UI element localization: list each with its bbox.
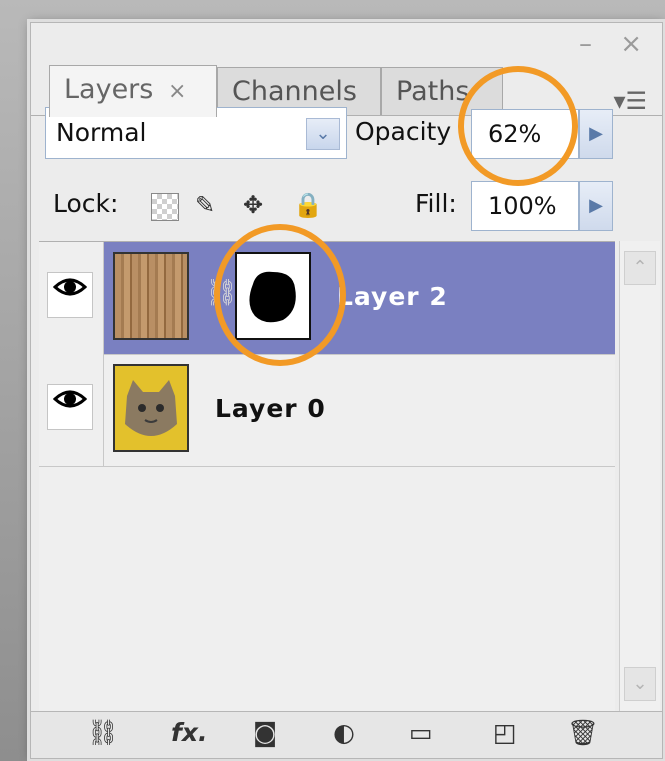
layers-list: ⛓ Layer 2 Layer 0 xyxy=(39,241,615,712)
fill-input[interactable]: 100% xyxy=(471,181,579,231)
menu-icon[interactable]: ▾☰ xyxy=(613,87,647,115)
mask-shape-icon xyxy=(249,271,296,323)
tab-channels-label: Channels xyxy=(232,76,357,107)
layers-scrollbar[interactable]: ⌃ ⌄ xyxy=(619,241,660,711)
opacity-label: Opacity xyxy=(355,117,452,146)
close-icon[interactable]: × xyxy=(168,79,186,104)
lock-all-icon[interactable]: 🔒 xyxy=(293,191,323,219)
add-mask-icon[interactable]: ◙ xyxy=(253,718,277,747)
layer-name[interactable]: Layer 0 xyxy=(215,394,326,423)
eye-icon xyxy=(52,390,88,408)
fill-value: 100% xyxy=(488,192,557,220)
blend-mode-value: Normal xyxy=(56,118,147,147)
link-icon[interactable]: ⛓ xyxy=(205,278,238,308)
fx-icon[interactable]: fx. xyxy=(171,718,208,747)
visibility-cell xyxy=(39,242,104,354)
new-layer-icon[interactable]: ◰ xyxy=(493,718,517,747)
opacity-arrow-icon[interactable]: ▶ xyxy=(579,109,613,159)
cat-image-icon xyxy=(125,380,177,436)
layers-bottom-toolbar: ⛓ fx. ◙ ◐ ▭ ◰ 🗑 xyxy=(31,711,662,758)
layer-row[interactable]: ⛓ Layer 2 xyxy=(39,242,615,355)
trash-icon[interactable]: 🗑 xyxy=(567,718,599,748)
tab-layers-label: Layers xyxy=(64,74,154,105)
fill-arrow-icon[interactable]: ▶ xyxy=(579,181,613,231)
chevron-down-icon[interactable]: ⌄ xyxy=(306,118,340,150)
visibility-toggle[interactable] xyxy=(47,384,93,430)
layer-name[interactable]: Layer 2 xyxy=(337,282,448,311)
layer-row[interactable]: Layer 0 xyxy=(39,354,615,467)
layer-thumbnail[interactable] xyxy=(113,364,189,452)
visibility-cell xyxy=(39,354,104,466)
opacity-value: 62% xyxy=(488,120,542,148)
fill-label: Fill: xyxy=(415,189,457,218)
tab-layers[interactable]: Layers × xyxy=(49,65,217,117)
eye-icon xyxy=(52,278,88,296)
layers-panel: – × Layers × Channels Paths ▾☰ Normal ⌄ … xyxy=(30,22,663,759)
scroll-down-icon[interactable]: ⌄ xyxy=(624,667,656,701)
tab-paths[interactable]: Paths xyxy=(381,67,503,115)
lock-position-icon[interactable]: ✥ xyxy=(243,191,263,219)
scroll-up-icon[interactable]: ⌃ xyxy=(624,251,656,285)
opacity-input[interactable]: 62% xyxy=(471,109,579,159)
layer-mask-thumbnail[interactable] xyxy=(235,252,311,340)
lock-transparent-icon[interactable] xyxy=(151,193,179,221)
adjustment-layer-icon[interactable]: ◐ xyxy=(333,718,355,747)
lock-label: Lock: xyxy=(53,189,119,218)
folder-icon[interactable]: ▭ xyxy=(409,718,433,747)
link-layers-icon[interactable]: ⛓ xyxy=(87,718,119,748)
lock-image-icon[interactable]: ✎ xyxy=(195,191,215,219)
visibility-toggle[interactable] xyxy=(47,272,93,318)
layer-thumbnail[interactable] xyxy=(113,252,189,340)
tab-paths-label: Paths xyxy=(396,76,470,107)
